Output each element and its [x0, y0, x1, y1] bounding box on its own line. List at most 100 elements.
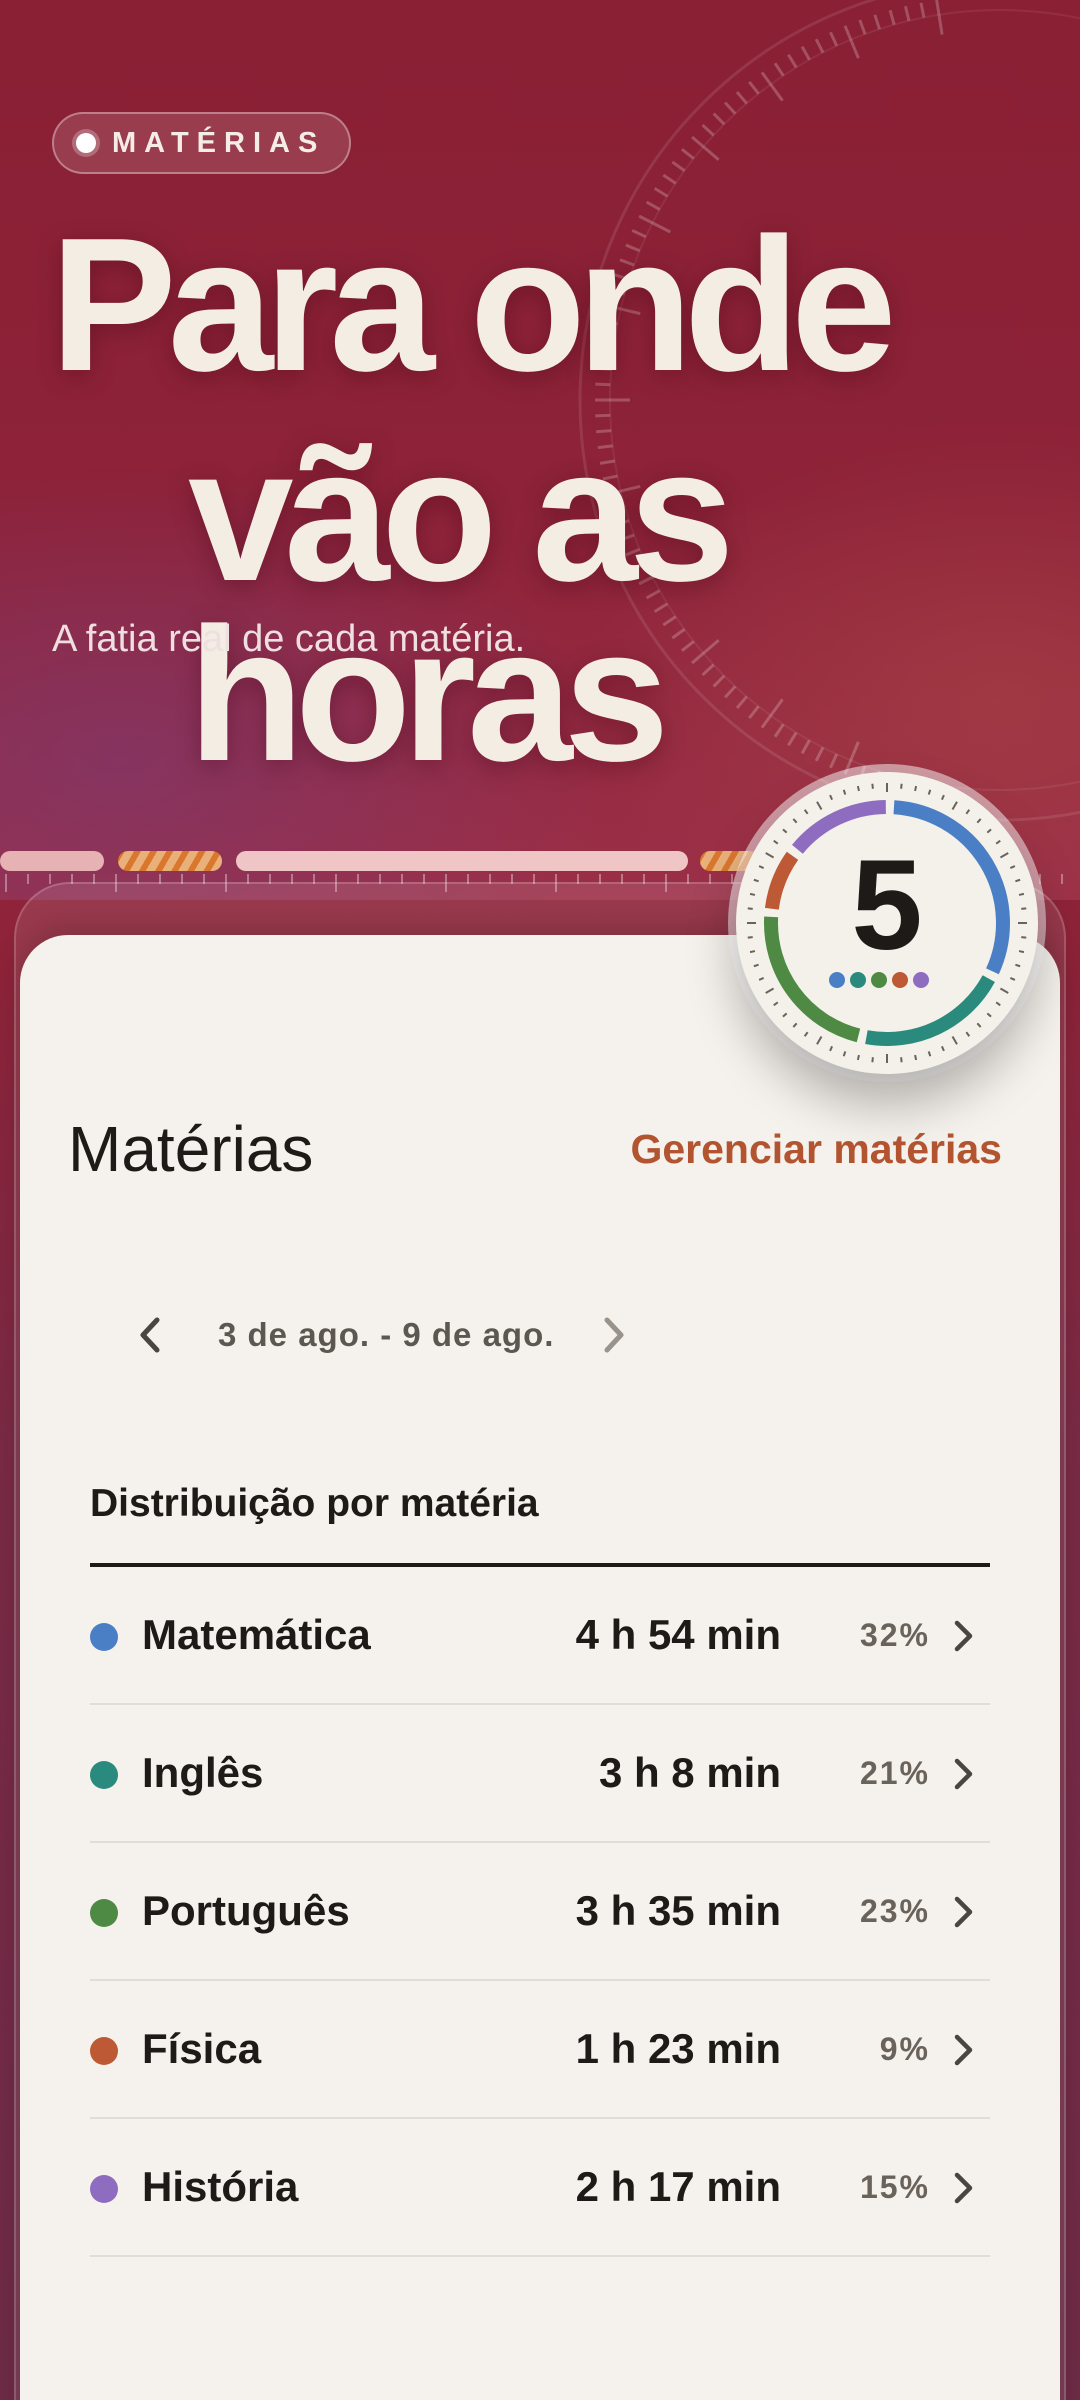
tick-mark [976, 818, 982, 824]
chevron-right-icon [954, 2172, 973, 2204]
subject-name: Português [142, 1887, 350, 1934]
tick-mark [856, 785, 860, 792]
previous-week-button[interactable] [130, 1305, 170, 1365]
tick-mark [888, 9, 896, 26]
subject-time: 3 h 35 min [575, 1887, 781, 1934]
subject-row-portugues[interactable]: Português 3 h 35 min 23% [90, 1843, 990, 1981]
tick-mark [999, 987, 1009, 994]
tick-mark [951, 1035, 958, 1045]
tick-mark [758, 976, 765, 981]
tick-mark [919, 2, 926, 18]
page-title: Matérias [68, 1113, 314, 1185]
tick-mark [816, 1035, 823, 1045]
tick-mark [792, 818, 798, 824]
tick-mark [782, 828, 788, 834]
headline-line-2: vão as horas [188, 409, 735, 801]
tick-mark [965, 1031, 971, 1037]
tick-mark [773, 1001, 779, 1007]
tick-mark [829, 794, 834, 801]
subject-color-dot [90, 2037, 118, 2065]
tick-mark [986, 1012, 992, 1018]
tick-mark [995, 1001, 1001, 1007]
subject-row-ingles[interactable]: Inglês 3 h 8 min 21% [90, 1705, 990, 1843]
tick-mark [792, 1022, 798, 1028]
tick-mark [662, 173, 677, 185]
subject-name: História [142, 2163, 299, 2210]
hero-headline: Para onde vão as horas [50, 210, 1080, 801]
tick-mark [914, 1054, 918, 1061]
tick-mark [803, 809, 809, 815]
tick-mark [829, 1045, 834, 1052]
tick-mark [782, 1012, 788, 1018]
tick-mark [940, 1045, 945, 1052]
subject-color-dot [90, 1899, 118, 1927]
headline-line-1: Para onde [50, 199, 897, 411]
hero-subtitle: A fatia real de cada matéria. [52, 618, 526, 660]
tick-mark [814, 38, 825, 54]
subject-color-dot [90, 1761, 118, 1789]
tick-mark [681, 148, 695, 160]
subject-time: 3 h 8 min [598, 1749, 781, 1796]
tick-mark [900, 1057, 903, 1063]
tick-mark [671, 160, 686, 172]
subject-time: 1 h 23 min [575, 2025, 781, 2072]
tick-mark [748, 81, 760, 95]
subject-color-dot [90, 1623, 118, 1651]
subject-percent: 15% [859, 2169, 930, 2205]
tick-mark [735, 91, 748, 105]
chevron-right-icon [954, 1758, 973, 1790]
subject-percent: 21% [859, 1755, 930, 1791]
tick-mark [914, 785, 918, 792]
section-chip: MATÉRIAS [52, 112, 351, 174]
subject-row-historia[interactable]: História 2 h 17 min 15% [90, 2119, 990, 2257]
tick-mark [773, 62, 785, 77]
week-navigator: 3 de ago. - 9 de ago. [130, 1305, 634, 1365]
tick-mark [1009, 976, 1016, 981]
tick-mark [965, 809, 971, 815]
chevron-right-icon [954, 1620, 973, 1652]
distribution-title: Distribuição por matéria [90, 1482, 539, 1525]
tick-mark [903, 5, 911, 22]
chevron-right-icon [954, 1896, 973, 1928]
chevron-right-icon [604, 1317, 624, 1353]
tick-mark [951, 801, 958, 811]
tick-mark [986, 828, 992, 834]
chip-label: MATÉRIAS [112, 126, 326, 159]
manage-subjects-link[interactable]: Gerenciar matérias [630, 1126, 1002, 1173]
subject-name: Inglês [142, 1749, 264, 1796]
tick-mark [765, 987, 775, 994]
tick-mark [800, 45, 811, 61]
next-week-button[interactable] [594, 1305, 634, 1365]
subject-name: Física [142, 2025, 262, 2072]
tick-mark [842, 789, 847, 795]
subject-time: 4 h 54 min [575, 1611, 781, 1658]
tick-mark [940, 794, 945, 801]
subject-color-dots [829, 972, 929, 988]
chevron-left-icon [140, 1317, 160, 1353]
tick-mark [858, 19, 867, 35]
subject-count-badge: 5 [736, 772, 1038, 1074]
tick-mark [816, 801, 823, 811]
subject-list: Matemática 4 h 54 min 32% Inglês 3 h 8 m… [90, 1567, 990, 2257]
subject-count: 5 [851, 834, 923, 977]
subject-row-fisica[interactable]: Física 1 h 23 min 9% [90, 1981, 990, 2119]
tick-mark [842, 1051, 847, 1057]
tick-mark [871, 783, 874, 789]
tick-mark [760, 71, 784, 102]
color-dot [829, 972, 845, 988]
subject-row-matematica[interactable]: Matemática 4 h 54 min 32% [90, 1567, 990, 1705]
tick-mark [871, 1057, 874, 1063]
subject-percent: 9% [879, 2031, 930, 2067]
tick-mark [935, 0, 944, 35]
color-dot [892, 972, 908, 988]
tick-mark [712, 112, 726, 126]
subject-name: Matemática [142, 1611, 371, 1658]
color-dot [850, 972, 866, 988]
tick-mark [873, 14, 881, 30]
subject-percent: 23% [859, 1893, 930, 1929]
week-range-label: 3 de ago. - 9 de ago. [218, 1316, 555, 1353]
chevron-right-icon [954, 2034, 973, 2066]
subject-color-dot [90, 2175, 118, 2203]
tick-mark [856, 1054, 860, 1061]
tick-mark [653, 187, 669, 198]
